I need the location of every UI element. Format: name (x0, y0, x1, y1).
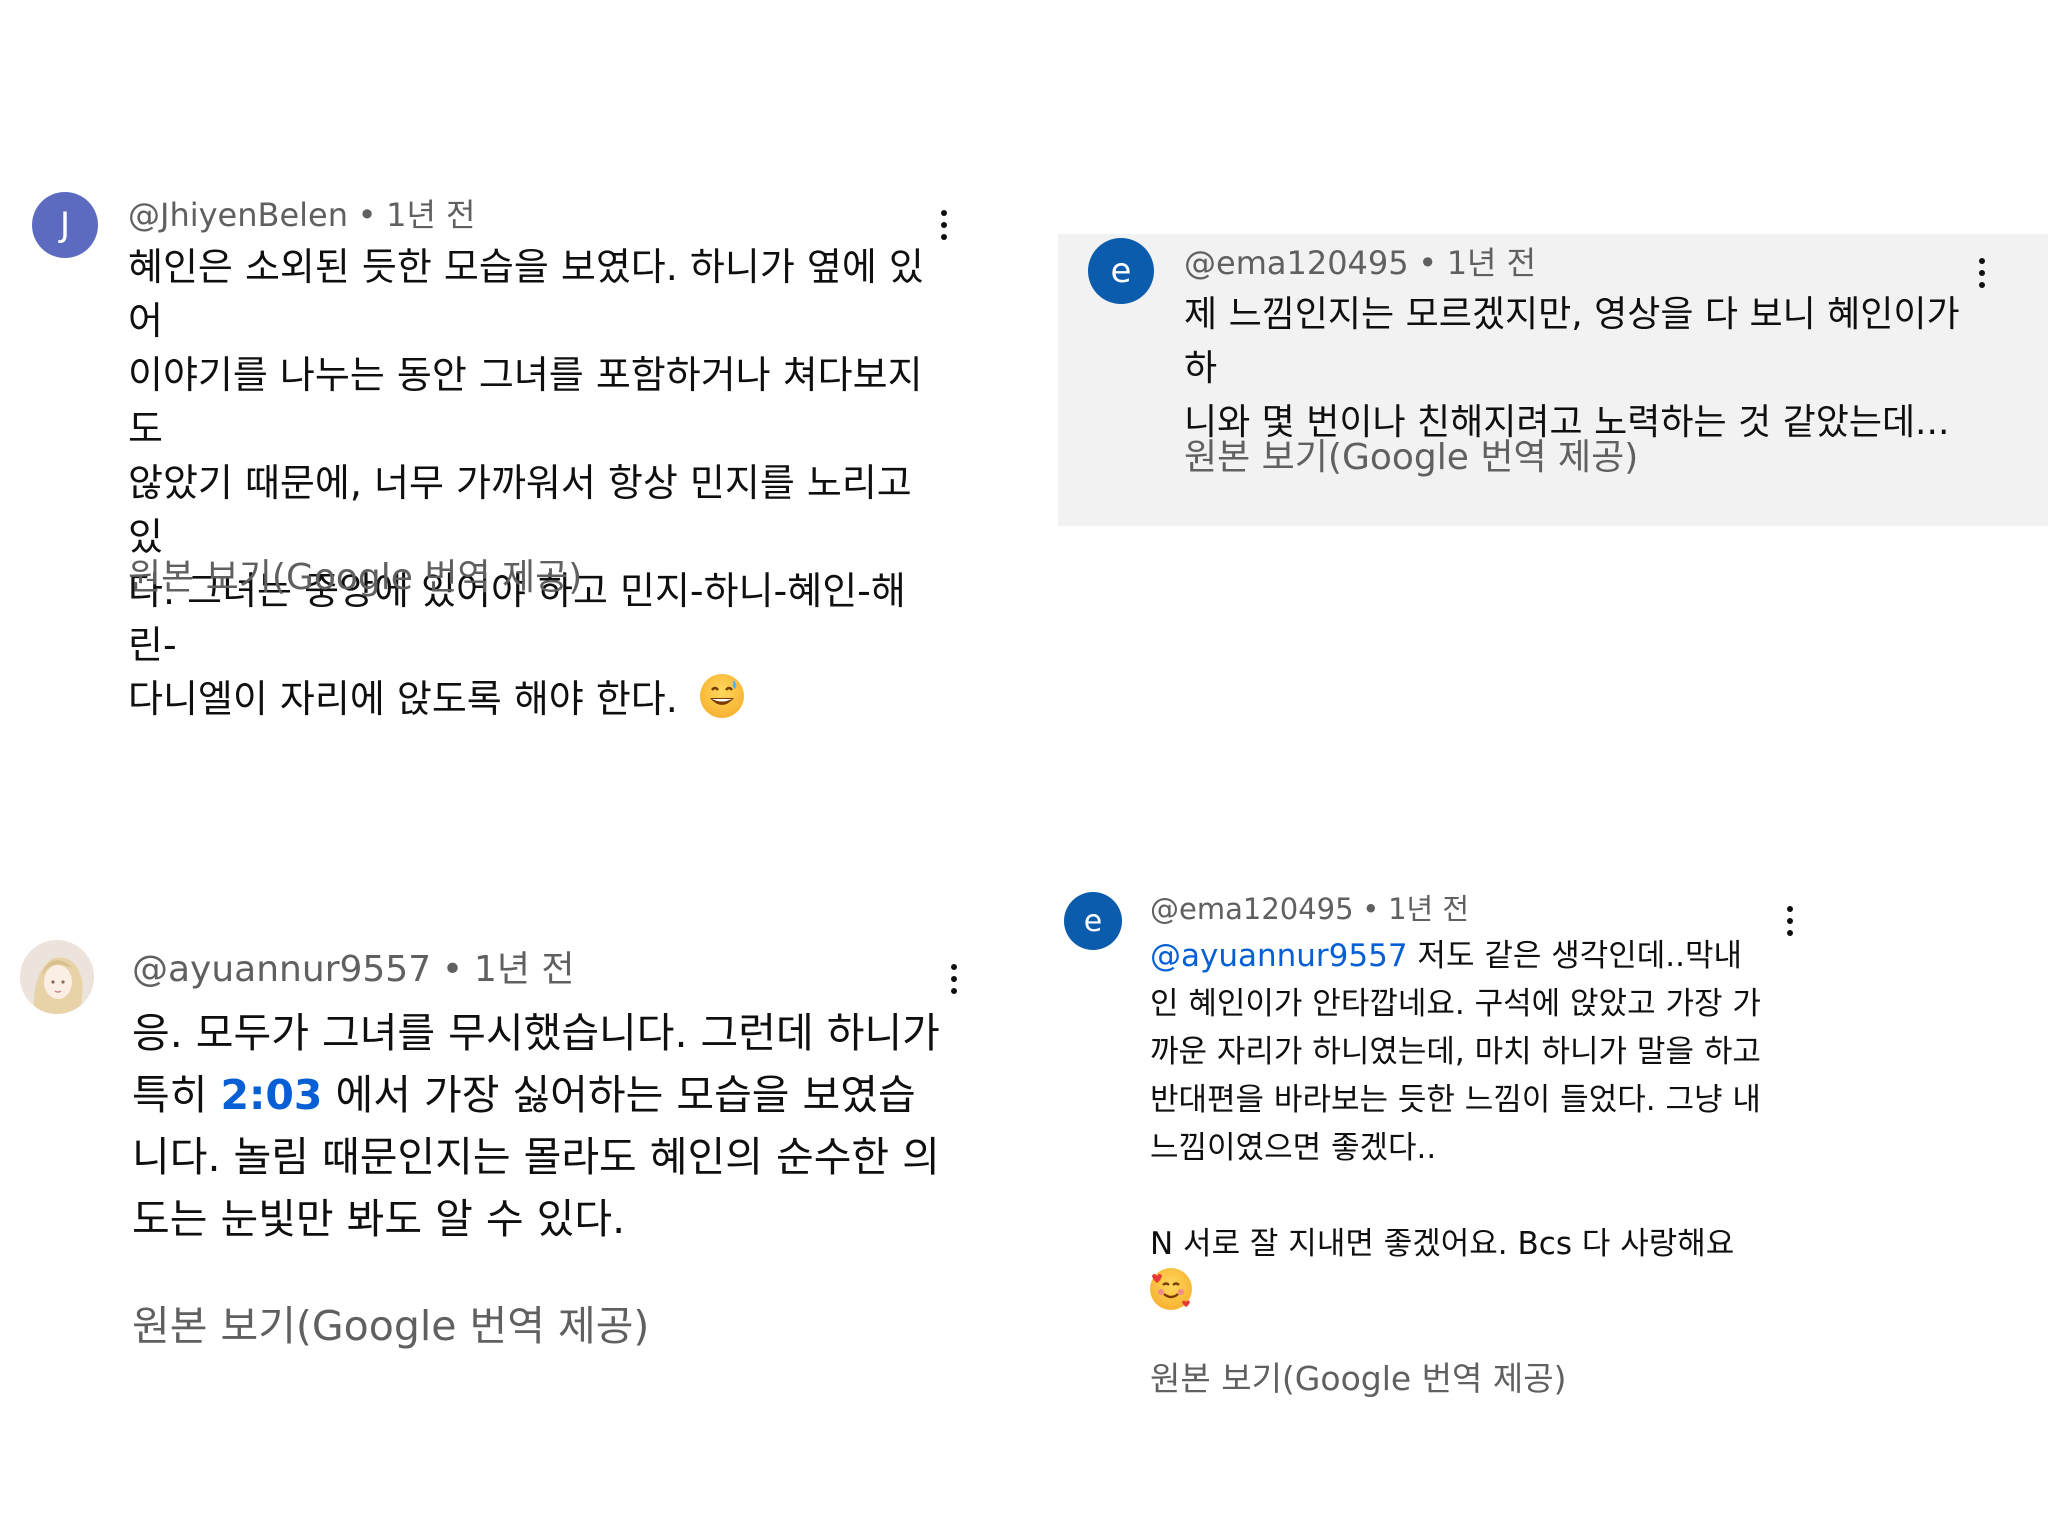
more-actions-icon[interactable] (946, 964, 962, 994)
comment-line-text: 특히 (132, 1071, 221, 1119)
comment-line: 특히 2:03 에서 가장 싫어하는 모습을 보였습 (132, 1064, 952, 1126)
username-link[interactable]: @JhiyenBelen (128, 196, 348, 234)
more-actions-icon[interactable] (936, 210, 952, 240)
separator-dot: • (1362, 892, 1380, 926)
comment-card: @ayuannur9557 • 1년 전 응. 모두가 그녀를 무시했습니다. 그런… (0, 940, 1000, 1360)
avatar[interactable]: J (32, 192, 98, 258)
timestamp-link[interactable]: 2:03 (220, 1071, 322, 1119)
comment-text: 혜인은 소외된 듯한 모습을 보였다. 하니가 옆에 있어 이야기를 나누는 동… (128, 240, 928, 726)
comment-line: 다니엘이 자리에 앉도록 해야 한다. (128, 672, 928, 726)
comment-card-highlighted: e @ema120495 • 1년 전 제 느낌인지는 모르겠지만, 영상을 다 보… (1058, 234, 2048, 526)
grinning-sweat-emoji (699, 674, 744, 718)
mention-link[interactable]: @ayuannur9557 (1150, 938, 1408, 974)
comment-meta: @ema120495 • 1년 전 (1150, 886, 1469, 928)
smiling-hearts-emoji (1150, 1268, 1192, 1310)
emoji-line (1150, 1268, 1770, 1320)
avatar-letter: e (1083, 903, 1103, 939)
comment-text: @ayuannur9557 저도 같은 생각인데..막내 인 혜인이가 안타깝네… (1150, 932, 1770, 1320)
see-original-link[interactable]: 원본 보기(Google 번역 제공) (1150, 1352, 1566, 1400)
avatar[interactable]: e (1064, 892, 1122, 950)
comment-time[interactable]: 1년 전 (1447, 244, 1536, 282)
comment-line: 반대편을 바라보는 듯한 느낌이 들었다. 그냥 내 (1150, 1082, 1761, 1118)
more-actions-icon[interactable] (1974, 258, 1990, 288)
comment-line: 느낌이였으면 좋겠다.. (1150, 1130, 1437, 1166)
comment-line-text: 에서 가장 싫어하는 모습을 보였습 (322, 1071, 916, 1119)
comment-meta: @ayuannur9557 • 1년 전 (132, 940, 575, 992)
avatar-letter: e (1110, 251, 1132, 291)
avatar[interactable]: e (1088, 238, 1154, 304)
comment-line: 이야기를 나누는 동안 그녀를 포함하거나 쳐다보지도 (128, 353, 923, 451)
comment-line: 응. 모두가 그녀를 무시했습니다. 그런데 하니가 (132, 1009, 940, 1057)
comment-line-text: 저도 같은 생각인데..막내 (1407, 938, 1743, 974)
see-original-link[interactable]: 원본 보기(Google 번역 제공) (128, 548, 582, 600)
username-link[interactable]: @ayuannur9557 (132, 949, 431, 990)
comment-text: 응. 모두가 그녀를 무시했습니다. 그런데 하니가 특히 2:03 에서 가장… (132, 1002, 952, 1250)
comment-line: 혜인은 소외된 듯한 모습을 보였다. 하니가 옆에 있어 (128, 245, 924, 343)
separator-dot: • (1418, 244, 1438, 282)
more-actions-icon[interactable] (1782, 906, 1798, 936)
comment-card: J @JhiyenBelen • 1년 전 혜인은 소외된 듯한 모습을 보였다. … (0, 160, 980, 721)
comment-line: N 서로 잘 지내면 좋겠어요. Bcs 다 사랑해요 (1150, 1226, 1735, 1262)
comment-time[interactable]: 1년 전 (474, 949, 575, 990)
separator-dot: • (357, 196, 377, 234)
comment-meta: @JhiyenBelen • 1년 전 (128, 190, 476, 236)
separator-dot: • (441, 949, 464, 990)
comment-line: 도는 눈빛만 봐도 알 수 있다. (132, 1195, 626, 1243)
comment-line-text: 다니엘이 자리에 앉도록 해야 한다. (128, 677, 678, 721)
comment-line: 인 혜인이가 안타깝네요. 구석에 앉았고 가장 가 (1150, 986, 1761, 1022)
comment-card: e @ema120495 • 1년 전 @ayuannur9557 저도 같은 생각… (1060, 886, 2040, 1406)
comment-time[interactable]: 1년 전 (386, 196, 475, 234)
comment-meta: @ema120495 • 1년 전 (1184, 238, 1536, 284)
see-original-link[interactable]: 원본 보기(Google 번역 제공) (132, 1292, 649, 1352)
username-link[interactable]: @ema120495 (1150, 892, 1354, 926)
comment-line: 니다. 놀림 때문인지는 몰라도 혜인의 순수한 의 (132, 1133, 940, 1181)
anime-girl-avatar[interactable] (20, 940, 94, 1014)
comment-text: 제 느낌인지는 모르겠지만, 영상을 다 보니 혜인이가 하 니와 몇 번이나 … (1184, 288, 1984, 450)
comment-time[interactable]: 1년 전 (1388, 892, 1469, 926)
comment-collage: J @JhiyenBelen • 1년 전 혜인은 소외된 듯한 모습을 보였다. … (0, 0, 2048, 1536)
comment-line: 제 느낌인지는 모르겠지만, 영상을 다 보니 혜인이가 하 (1184, 294, 1960, 389)
username-link[interactable]: @ema120495 (1184, 244, 1409, 282)
comment-line: 까운 자리가 하니였는데, 마치 하니가 말을 하고 (1150, 1034, 1761, 1070)
comment-line: @ayuannur9557 저도 같은 생각인데..막내 (1150, 932, 1770, 980)
see-original-link[interactable]: 원본 보기(Google 번역 제공) (1184, 428, 1638, 480)
avatar-letter: J (59, 205, 71, 245)
